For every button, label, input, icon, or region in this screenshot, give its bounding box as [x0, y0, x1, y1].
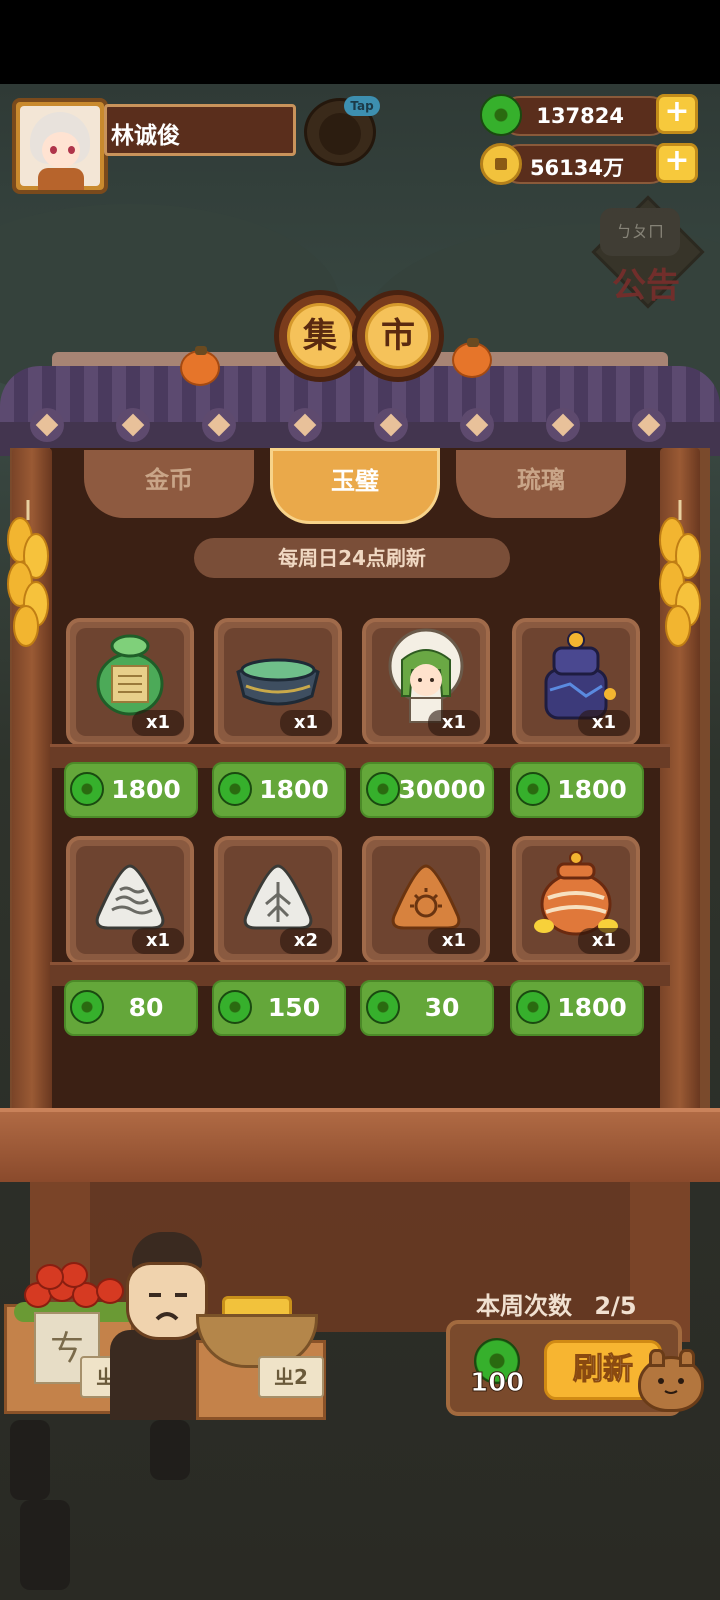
gold-coin-icon — [480, 143, 522, 185]
jade-coin-icon — [480, 94, 522, 136]
notice-label: 公告 — [612, 266, 680, 306]
add-jade-button[interactable]: + — [656, 94, 698, 134]
item-slot[interactable]: x1 — [512, 836, 640, 964]
jade-bowl-icon — [236, 658, 320, 706]
refresh-schedule-note: 每周日24点刷新 — [194, 538, 510, 578]
vendor-character — [126, 1262, 208, 1340]
jade-coin-icon — [70, 990, 104, 1024]
character-silhouette-icon — [319, 113, 361, 155]
market-sign-right: 市 — [352, 290, 444, 382]
item-quantity: x1 — [428, 710, 480, 736]
gold-amount: 56134万 — [500, 144, 670, 184]
refresh-cost: 100 — [469, 1368, 525, 1399]
market-sign-char: 集 — [287, 303, 353, 369]
counter-leg — [630, 1182, 690, 1342]
tomato-pile-icon — [14, 1262, 144, 1322]
item-quantity: x1 — [428, 928, 480, 954]
leaf-triangle-stone-icon — [243, 864, 313, 930]
weekly-refresh-count: 本周次数 2/5 — [476, 1286, 637, 1321]
item-quantity: x1 — [280, 710, 332, 736]
persimmon-icon — [452, 338, 492, 378]
add-gold-button[interactable]: + — [656, 143, 698, 183]
crowd-figure — [20, 1500, 70, 1590]
item-slot[interactable]: x2 — [214, 836, 342, 964]
notice-board-button[interactable]: ㄅㄆㄇ 公告 — [591, 195, 705, 322]
tab-jade[interactable]: 玉璧 — [270, 448, 440, 524]
jade-coin-icon — [366, 990, 400, 1024]
item-quantity: x1 — [578, 710, 630, 736]
market-sign-char: 市 — [365, 303, 431, 369]
jade-scroll-pouch-icon — [96, 634, 164, 716]
item-slot[interactable]: x1 — [66, 618, 194, 746]
crowd-figure — [10, 1420, 50, 1500]
wave-triangle-stone-icon — [95, 864, 165, 930]
item-slot[interactable]: x1 — [362, 836, 490, 964]
jade-coin-icon — [218, 990, 252, 1024]
sun-triangle-stone-icon — [391, 864, 461, 930]
hanging-corn-icon — [7, 500, 49, 647]
item-quantity: x1 — [132, 928, 184, 954]
tab-gold[interactable]: 金币 — [84, 450, 254, 518]
item-quantity: x1 — [132, 710, 184, 736]
status-bar — [0, 0, 720, 84]
stall-counter — [0, 1108, 720, 1182]
jade-coin-icon — [516, 772, 550, 806]
item-quantity: x2 — [280, 928, 332, 954]
jade-coin-icon — [70, 772, 104, 806]
item-slot[interactable]: x1 — [214, 618, 342, 746]
tap-label: Tap — [344, 96, 380, 116]
player-name: 林诚俊 — [104, 104, 296, 156]
weekly-count-label: 本周次数 — [476, 1292, 572, 1320]
item-slot[interactable]: x1 — [66, 836, 194, 964]
player-avatar[interactable] — [12, 98, 108, 194]
jade-coin-icon — [366, 772, 400, 806]
tab-glaze[interactable]: 琉璃 — [456, 450, 626, 518]
hanging-corn-icon — [659, 500, 701, 647]
persimmon-icon — [180, 346, 220, 386]
jade-coin-icon — [218, 772, 252, 806]
crowd-figure — [150, 1420, 190, 1480]
jade-coin-icon — [516, 990, 550, 1024]
item-slot[interactable]: x1 — [362, 618, 490, 746]
notice-bubble: ㄅㄆㄇ — [600, 208, 680, 256]
mascot-icon — [638, 1349, 704, 1412]
weekly-count-value: 2/5 — [594, 1292, 637, 1320]
item-quantity: x1 — [578, 928, 630, 954]
item-slot[interactable]: x1 — [512, 618, 640, 746]
price-tag-right: ㄓ2 — [258, 1356, 324, 1398]
jade-amount: 137824 — [500, 96, 670, 136]
